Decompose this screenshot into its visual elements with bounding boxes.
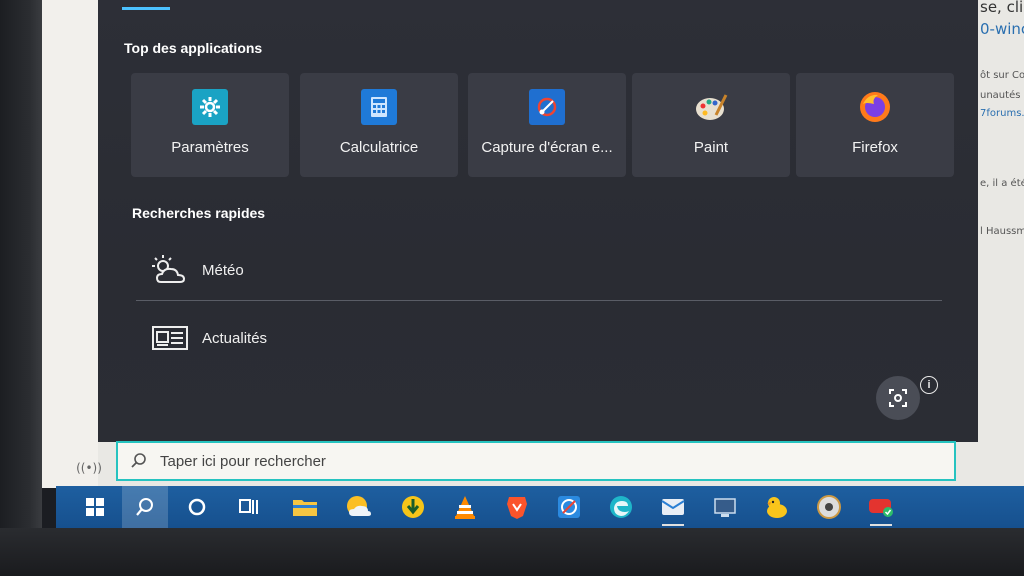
disc-app-icon bbox=[817, 495, 841, 519]
taskbar-app-vlc[interactable] bbox=[442, 486, 488, 528]
calculator-icon bbox=[361, 89, 397, 125]
gear-icon bbox=[192, 89, 228, 125]
info-icon[interactable]: i bbox=[920, 376, 938, 394]
search-icon bbox=[136, 498, 153, 516]
background-page-left-margin bbox=[42, 0, 98, 488]
background-text: l Haussman bbox=[980, 226, 1024, 237]
brave-icon bbox=[507, 497, 527, 519]
taskbar-app-jdownloader[interactable] bbox=[390, 486, 436, 528]
background-link[interactable]: 7forums.co bbox=[980, 108, 1024, 119]
jdownloader-icon bbox=[402, 496, 424, 518]
weather-app-icon bbox=[347, 496, 371, 516]
cortana-icon bbox=[188, 498, 206, 516]
taskbar-app-control-panel[interactable] bbox=[702, 486, 748, 528]
app-label: Calculatrice bbox=[339, 139, 419, 156]
quick-search-label: Météo bbox=[202, 261, 244, 279]
taskbar-app-disc[interactable] bbox=[806, 486, 852, 528]
search-panel bbox=[98, 0, 978, 442]
app-label: Firefox bbox=[852, 139, 898, 156]
task-view-button[interactable] bbox=[226, 486, 272, 528]
vlc-icon bbox=[455, 496, 475, 519]
app-tile-calculatrice[interactable]: Calculatrice bbox=[300, 73, 458, 177]
quick-search-meteo[interactable]: Météo bbox=[136, 242, 942, 298]
start-button[interactable] bbox=[72, 486, 118, 528]
background-text: se, cli bbox=[980, 0, 1024, 16]
wireless-icon[interactable]: ((•)) bbox=[74, 458, 104, 478]
taskbar-app-weather[interactable] bbox=[336, 486, 382, 528]
screen-bezel-bottom bbox=[0, 528, 1024, 576]
snip-icon bbox=[529, 89, 565, 125]
screen-bezel-left bbox=[0, 0, 42, 576]
edge-icon bbox=[610, 496, 632, 518]
app-label: Capture d'écran e... bbox=[481, 139, 613, 156]
mail-icon bbox=[661, 499, 685, 515]
quick-search-label: Actualités bbox=[202, 329, 268, 347]
paint-palette-icon bbox=[693, 89, 729, 125]
taskbar bbox=[56, 486, 1024, 528]
background-link[interactable]: 0-winc bbox=[980, 20, 1024, 38]
taskbar-app-security[interactable] bbox=[858, 486, 904, 528]
taskbar-app-snipping-tool[interactable] bbox=[546, 486, 592, 528]
taskbar-app-brave[interactable] bbox=[494, 486, 540, 528]
security-app-icon bbox=[869, 499, 893, 517]
search-input[interactable] bbox=[158, 451, 922, 471]
background-text: unautés d' bbox=[980, 90, 1024, 101]
snip-tool-icon bbox=[558, 496, 580, 518]
taskbar-app-mail[interactable] bbox=[650, 486, 696, 528]
running-indicator bbox=[662, 524, 684, 526]
taskbar-app-file-explorer[interactable] bbox=[282, 486, 328, 528]
duck-app-icon bbox=[767, 497, 787, 518]
taskbar-app-edge[interactable] bbox=[598, 486, 644, 528]
background-text: ôt sur Co bbox=[980, 70, 1024, 81]
app-tile-capture-ecran[interactable]: Capture d'écran e... bbox=[468, 73, 626, 177]
file-explorer-icon bbox=[293, 500, 317, 516]
top-apps-title: Top des applications bbox=[124, 40, 263, 56]
weather-icon bbox=[150, 254, 190, 286]
taskbar-app-duck[interactable] bbox=[754, 486, 800, 528]
app-tile-parametres[interactable]: Paramètres bbox=[131, 73, 289, 177]
task-view-icon bbox=[239, 499, 258, 514]
quick-search-actualites[interactable]: Actualités bbox=[136, 310, 942, 366]
app-tile-firefox[interactable]: Firefox bbox=[796, 73, 954, 177]
app-label: Paramètres bbox=[171, 139, 249, 156]
camera-search-icon bbox=[889, 389, 907, 407]
app-label: Paint bbox=[693, 139, 729, 156]
cortana-button[interactable] bbox=[174, 486, 220, 528]
firefox-icon bbox=[857, 89, 893, 125]
app-tile-paint[interactable]: Paint bbox=[632, 73, 790, 177]
taskbar-search-button[interactable] bbox=[122, 486, 168, 528]
running-indicator bbox=[870, 524, 892, 526]
background-text: e, il a été e bbox=[980, 178, 1024, 189]
quick-search-divider bbox=[136, 300, 942, 301]
search-box[interactable] bbox=[116, 441, 956, 481]
active-tab-indicator bbox=[122, 7, 170, 10]
visual-search-button[interactable] bbox=[876, 376, 920, 420]
search-icon bbox=[131, 453, 146, 468]
news-icon bbox=[150, 322, 190, 354]
quick-searches-title: Recherches rapides bbox=[132, 205, 266, 221]
windows-start-icon bbox=[86, 498, 104, 516]
control-panel-icon bbox=[714, 498, 736, 517]
